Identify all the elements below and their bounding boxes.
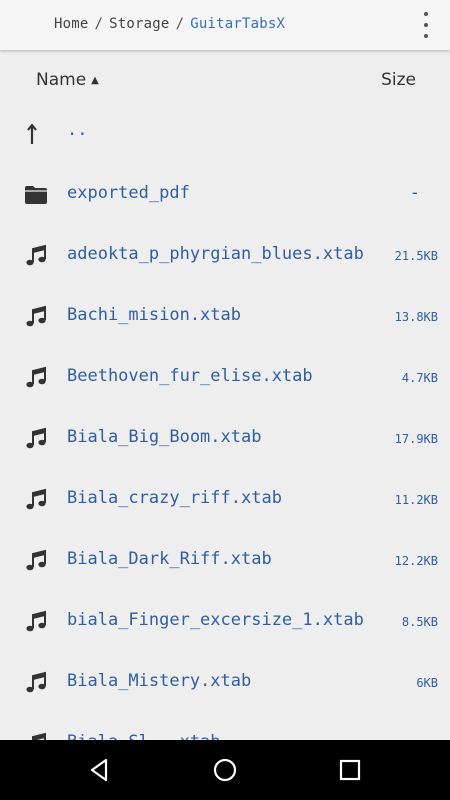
breadcrumb-separator: /: [94, 16, 104, 32]
music-note-icon: [23, 304, 49, 330]
file-name: exported_pdf: [67, 183, 190, 203]
file-size: -: [409, 183, 420, 203]
file-name: biala_Finger_excersize_1.xtab: [67, 610, 364, 630]
more-vert-icon[interactable]: [416, 12, 436, 38]
parent-directory-label: ..: [67, 120, 88, 140]
back-triangle-icon[interactable]: [84, 754, 116, 786]
file-size: 12.2KB: [394, 554, 438, 568]
file-list[interactable]: .. exported_pdf - adeokta_p_phyrgian_blues…: [0, 100, 450, 740]
recents-square-icon[interactable]: [334, 754, 366, 786]
folder-row[interactable]: exported_pdf -: [0, 164, 450, 225]
sort-by-name-header[interactable]: Name ▲: [36, 70, 99, 90]
home-circle-icon[interactable]: [209, 754, 241, 786]
file-size: 8.5KB: [401, 615, 438, 629]
music-note-icon: [23, 731, 49, 740]
music-note-icon: [23, 548, 49, 574]
file-size: 13.8KB: [394, 310, 438, 324]
file-row[interactable]: Biala_Sl...xtab: [0, 713, 450, 740]
music-note-icon: [23, 426, 49, 452]
file-row[interactable]: biala_Finger_excersize_1.xtab 8.5KB: [0, 591, 450, 652]
file-name: Biala_crazy_riff.xtab: [67, 488, 282, 508]
file-row[interactable]: adeokta_p_phyrgian_blues.xtab 21.5KB: [0, 225, 450, 286]
file-name: adeokta_p_phyrgian_blues.xtab: [67, 244, 364, 264]
file-name: Bachi_mision.xtab: [67, 305, 241, 325]
file-size: 6KB: [416, 676, 438, 690]
music-note-icon: [23, 243, 49, 269]
file-row[interactable]: Biala_crazy_riff.xtab 11.2KB: [0, 469, 450, 530]
file-row[interactable]: Beethoven_fur_elise.xtab 4.7KB: [0, 347, 450, 408]
sort-by-size-header[interactable]: Size: [381, 70, 416, 90]
breadcrumb-separator: /: [175, 16, 185, 32]
file-row[interactable]: Biala_Dark_Riff.xtab 12.2KB: [0, 530, 450, 591]
file-name: Biala_Big_Boom.xtab: [67, 427, 262, 447]
breadcrumb: Home / Storage / GuitarTabsX: [54, 16, 285, 32]
file-size: 17.9KB: [394, 432, 438, 446]
file-row[interactable]: Biala_Mistery.xtab 6KB: [0, 652, 450, 713]
file-name: Biala_Dark_Riff.xtab: [67, 549, 272, 569]
file-size: 21.5KB: [394, 249, 438, 263]
top-app-bar: Home / Storage / GuitarTabsX: [0, 0, 450, 50]
file-size: 11.2KB: [394, 493, 438, 507]
file-name: Beethoven_fur_elise.xtab: [67, 366, 313, 386]
folder-icon: [23, 182, 49, 208]
music-note-icon: [23, 365, 49, 391]
file-row[interactable]: Bachi_mision.xtab 13.8KB: [0, 286, 450, 347]
breadcrumb-storage[interactable]: Storage: [109, 16, 169, 32]
system-navigation-bar: [0, 740, 450, 800]
breadcrumb-home[interactable]: Home: [54, 16, 89, 32]
music-note-icon: [23, 609, 49, 635]
file-name: Biala_Mistery.xtab: [67, 671, 252, 691]
column-header-row: Name ▲ Size: [0, 60, 450, 100]
music-note-icon: [23, 670, 49, 696]
file-row[interactable]: Biala_Big_Boom.xtab 17.9KB: [0, 408, 450, 469]
file-size: 4.7KB: [401, 371, 438, 385]
parent-directory-row[interactable]: ..: [0, 100, 450, 164]
sort-ascending-icon: ▲: [91, 75, 99, 86]
music-note-icon: [23, 487, 49, 513]
breadcrumb-current-folder[interactable]: GuitarTabsX: [190, 16, 285, 32]
name-column-label: Name: [36, 70, 87, 90]
up-arrow-icon: [23, 120, 49, 146]
file-name: Biala_Sl...xtab: [67, 732, 221, 740]
